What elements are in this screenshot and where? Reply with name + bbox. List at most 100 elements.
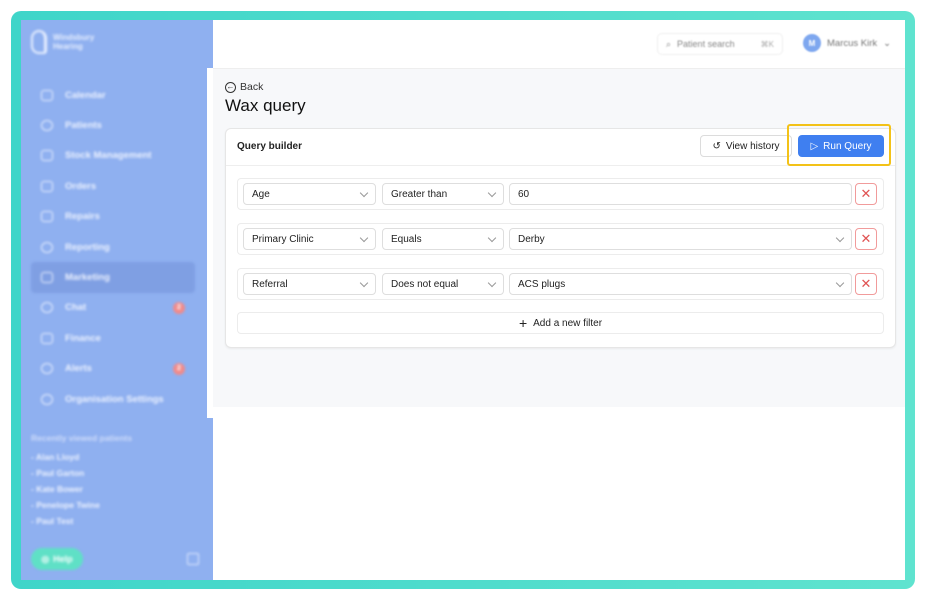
chevron-down-icon <box>487 233 497 243</box>
play-icon: ▷ <box>810 140 819 152</box>
input-value: 60 <box>518 188 530 200</box>
recent-patient-link[interactable]: - Paul Test <box>31 516 100 532</box>
history-icon: ↺ <box>712 140 721 152</box>
back-label: Back <box>240 81 264 93</box>
plus-icon: + <box>518 315 528 331</box>
filter-operator-select[interactable]: Does not equal <box>382 273 504 295</box>
sidebar-item-calendar[interactable]: Calendar <box>31 80 195 110</box>
bell-icon <box>41 363 53 375</box>
wrench-icon <box>41 211 53 223</box>
gear-icon <box>41 393 53 405</box>
app-window: Windsbury Hearing Calendar Patients Stoc… <box>21 20 905 580</box>
smiley-icon <box>41 120 53 132</box>
sidebar-item-label: Marketing <box>65 272 110 284</box>
sidebar-item-organisation-settings[interactable]: Organisation Settings <box>31 384 195 414</box>
brand-text: Windsbury Hearing <box>53 33 94 51</box>
sidebar-item-label: Repairs <box>65 211 100 223</box>
view-history-label: View history <box>725 140 780 152</box>
add-filter-button[interactable]: + Add a new filter <box>237 312 884 334</box>
close-icon: ✕ <box>860 231 872 246</box>
select-value: Primary Clinic <box>252 233 314 245</box>
filter-field-select[interactable]: Referral <box>243 273 376 295</box>
chevron-down-icon <box>835 233 845 243</box>
chevron-down-icon <box>359 188 369 198</box>
sidebar-item-patients[interactable]: Patients <box>31 110 195 140</box>
sidebar-item-label: Alerts <box>65 363 92 375</box>
sidebar-item-label: Calendar <box>65 89 106 101</box>
patient-search-input[interactable]: ⌕ Patient search ⌘K <box>657 33 783 55</box>
remove-filter-button[interactable]: ✕ <box>855 273 877 295</box>
search-shortcut: ⌘K <box>760 39 774 49</box>
chat-bubble-icon <box>41 302 53 314</box>
brand-line1: Windsbury <box>53 33 95 42</box>
search-icon: ⌕ <box>666 38 672 49</box>
close-icon: ✕ <box>860 276 872 291</box>
notification-badge: 2 <box>173 301 185 314</box>
filter-value-select[interactable]: ACS plugs <box>509 273 852 295</box>
sidebar-item-marketing[interactable]: Marketing <box>31 262 195 293</box>
sidebar-blur: Windsbury Hearing Calendar Patients Stoc… <box>21 20 213 580</box>
card-header: Query builder ↺ View history ▷ Run Query <box>226 124 895 166</box>
sidebar-item-label: Reporting <box>65 241 110 253</box>
filter-row: Primary Clinic Equals Derby ✕ <box>237 223 884 255</box>
sidebar-item-label: Chat <box>65 302 87 314</box>
chevron-down-icon <box>359 233 369 243</box>
filter-row: Referral Does not equal ACS plugs ✕ <box>237 268 884 300</box>
user-menu[interactable]: M Marcus Kirk ⌄ <box>803 34 891 52</box>
close-icon: ✕ <box>860 186 872 201</box>
sidebar-item-repairs[interactable]: Repairs <box>31 202 195 232</box>
remove-filter-button[interactable]: ✕ <box>855 183 877 205</box>
brand-line2: Hearing <box>53 42 83 51</box>
sidebar-item-reporting[interactable]: Reporting <box>31 232 195 262</box>
chevron-down-icon <box>487 188 497 198</box>
help-label: Help <box>53 554 73 564</box>
chevron-down-icon <box>359 278 369 288</box>
chevron-down-icon <box>835 278 845 288</box>
select-value: Greater than <box>391 188 448 200</box>
filter-value-select[interactable]: Derby <box>509 228 852 250</box>
sidebar-item-label: Finance <box>65 332 101 344</box>
select-value: Derby <box>518 233 545 245</box>
recent-patient-link[interactable]: - Paul Garton <box>31 468 100 484</box>
pie-chart-icon <box>41 241 53 253</box>
filter-field-select[interactable]: Age <box>243 183 376 205</box>
credit-card-icon <box>41 332 53 344</box>
sidebar-item-label: Patients <box>65 120 102 132</box>
help-button[interactable]: ◎ Help <box>31 548 83 570</box>
collapse-sidebar-icon[interactable] <box>187 553 199 565</box>
back-arrow-icon: ← <box>225 81 236 93</box>
sidebar-item-orders[interactable]: Orders <box>31 171 195 201</box>
select-value: Equals <box>391 233 422 245</box>
filter-row: Age Greater than 60 ✕ <box>237 178 884 210</box>
page-title: Wax query <box>225 96 306 115</box>
remove-filter-button[interactable]: ✕ <box>855 228 877 250</box>
sidebar-item-label: Orders <box>65 180 97 192</box>
filter-value-input[interactable]: 60 <box>509 183 852 205</box>
ear-icon <box>31 30 47 54</box>
top-bar: ⌕ Patient search ⌘K M Marcus Kirk ⌄ <box>213 20 905 69</box>
user-name: Marcus Kirk <box>827 37 878 49</box>
recent-patient-link[interactable]: - Penelope Twine <box>31 500 100 516</box>
recent-patient-link[interactable]: - Kate Bower <box>31 484 100 500</box>
back-link[interactable]: ← Back <box>225 81 263 93</box>
sidebar-item-stock-management[interactable]: Stock Management <box>31 141 195 171</box>
help-circle-icon: ◎ <box>41 553 50 564</box>
main-content: ← Back Wax query Query builder ↺ View hi… <box>213 69 905 407</box>
filter-operator-select[interactable]: Equals <box>382 228 504 250</box>
select-value: Does not equal <box>391 278 459 290</box>
brand-logo[interactable]: Windsbury Hearing <box>31 30 94 54</box>
select-value: Referral <box>252 278 288 290</box>
mail-icon <box>41 272 53 284</box>
run-query-button[interactable]: ▷ Run Query <box>798 135 884 157</box>
filter-field-select[interactable]: Primary Clinic <box>243 228 376 250</box>
sidebar-item-label: Stock Management <box>65 150 152 162</box>
sidebar-item-chat[interactable]: Chat 2 <box>31 293 195 323</box>
orders-icon <box>41 180 53 192</box>
view-history-button[interactable]: ↺ View history <box>700 135 792 157</box>
sidebar-item-finance[interactable]: Finance <box>31 323 195 353</box>
chevron-down-icon: ⌄ <box>883 37 892 49</box>
sidebar-item-alerts[interactable]: Alerts 2 <box>31 354 195 384</box>
recent-patient-link[interactable]: - Alan Lloyd <box>31 452 100 468</box>
filter-operator-select[interactable]: Greater than <box>382 183 504 205</box>
select-value: ACS plugs <box>518 278 566 290</box>
